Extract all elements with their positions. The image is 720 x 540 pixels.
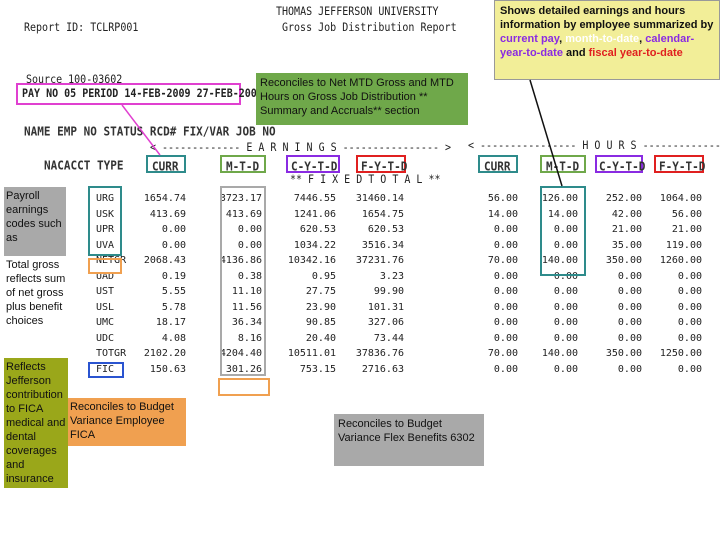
fica-callout: Reconciles to Budget Variance Employee F… xyxy=(66,398,186,446)
flex-benefits-callout: Reconciles to Budget Variance Flex Benef… xyxy=(334,414,484,466)
jefferson-contribution-callout: Reflects Jefferson contribution to FICA … xyxy=(4,358,68,488)
payroll-codes-callout: Payroll earnings codes such as xyxy=(4,187,66,257)
connector-hours-mtd xyxy=(529,79,563,187)
connector-pay-period xyxy=(121,104,161,156)
total-gross-callout: Total gross reflects sum of net gross pl… xyxy=(4,256,68,358)
